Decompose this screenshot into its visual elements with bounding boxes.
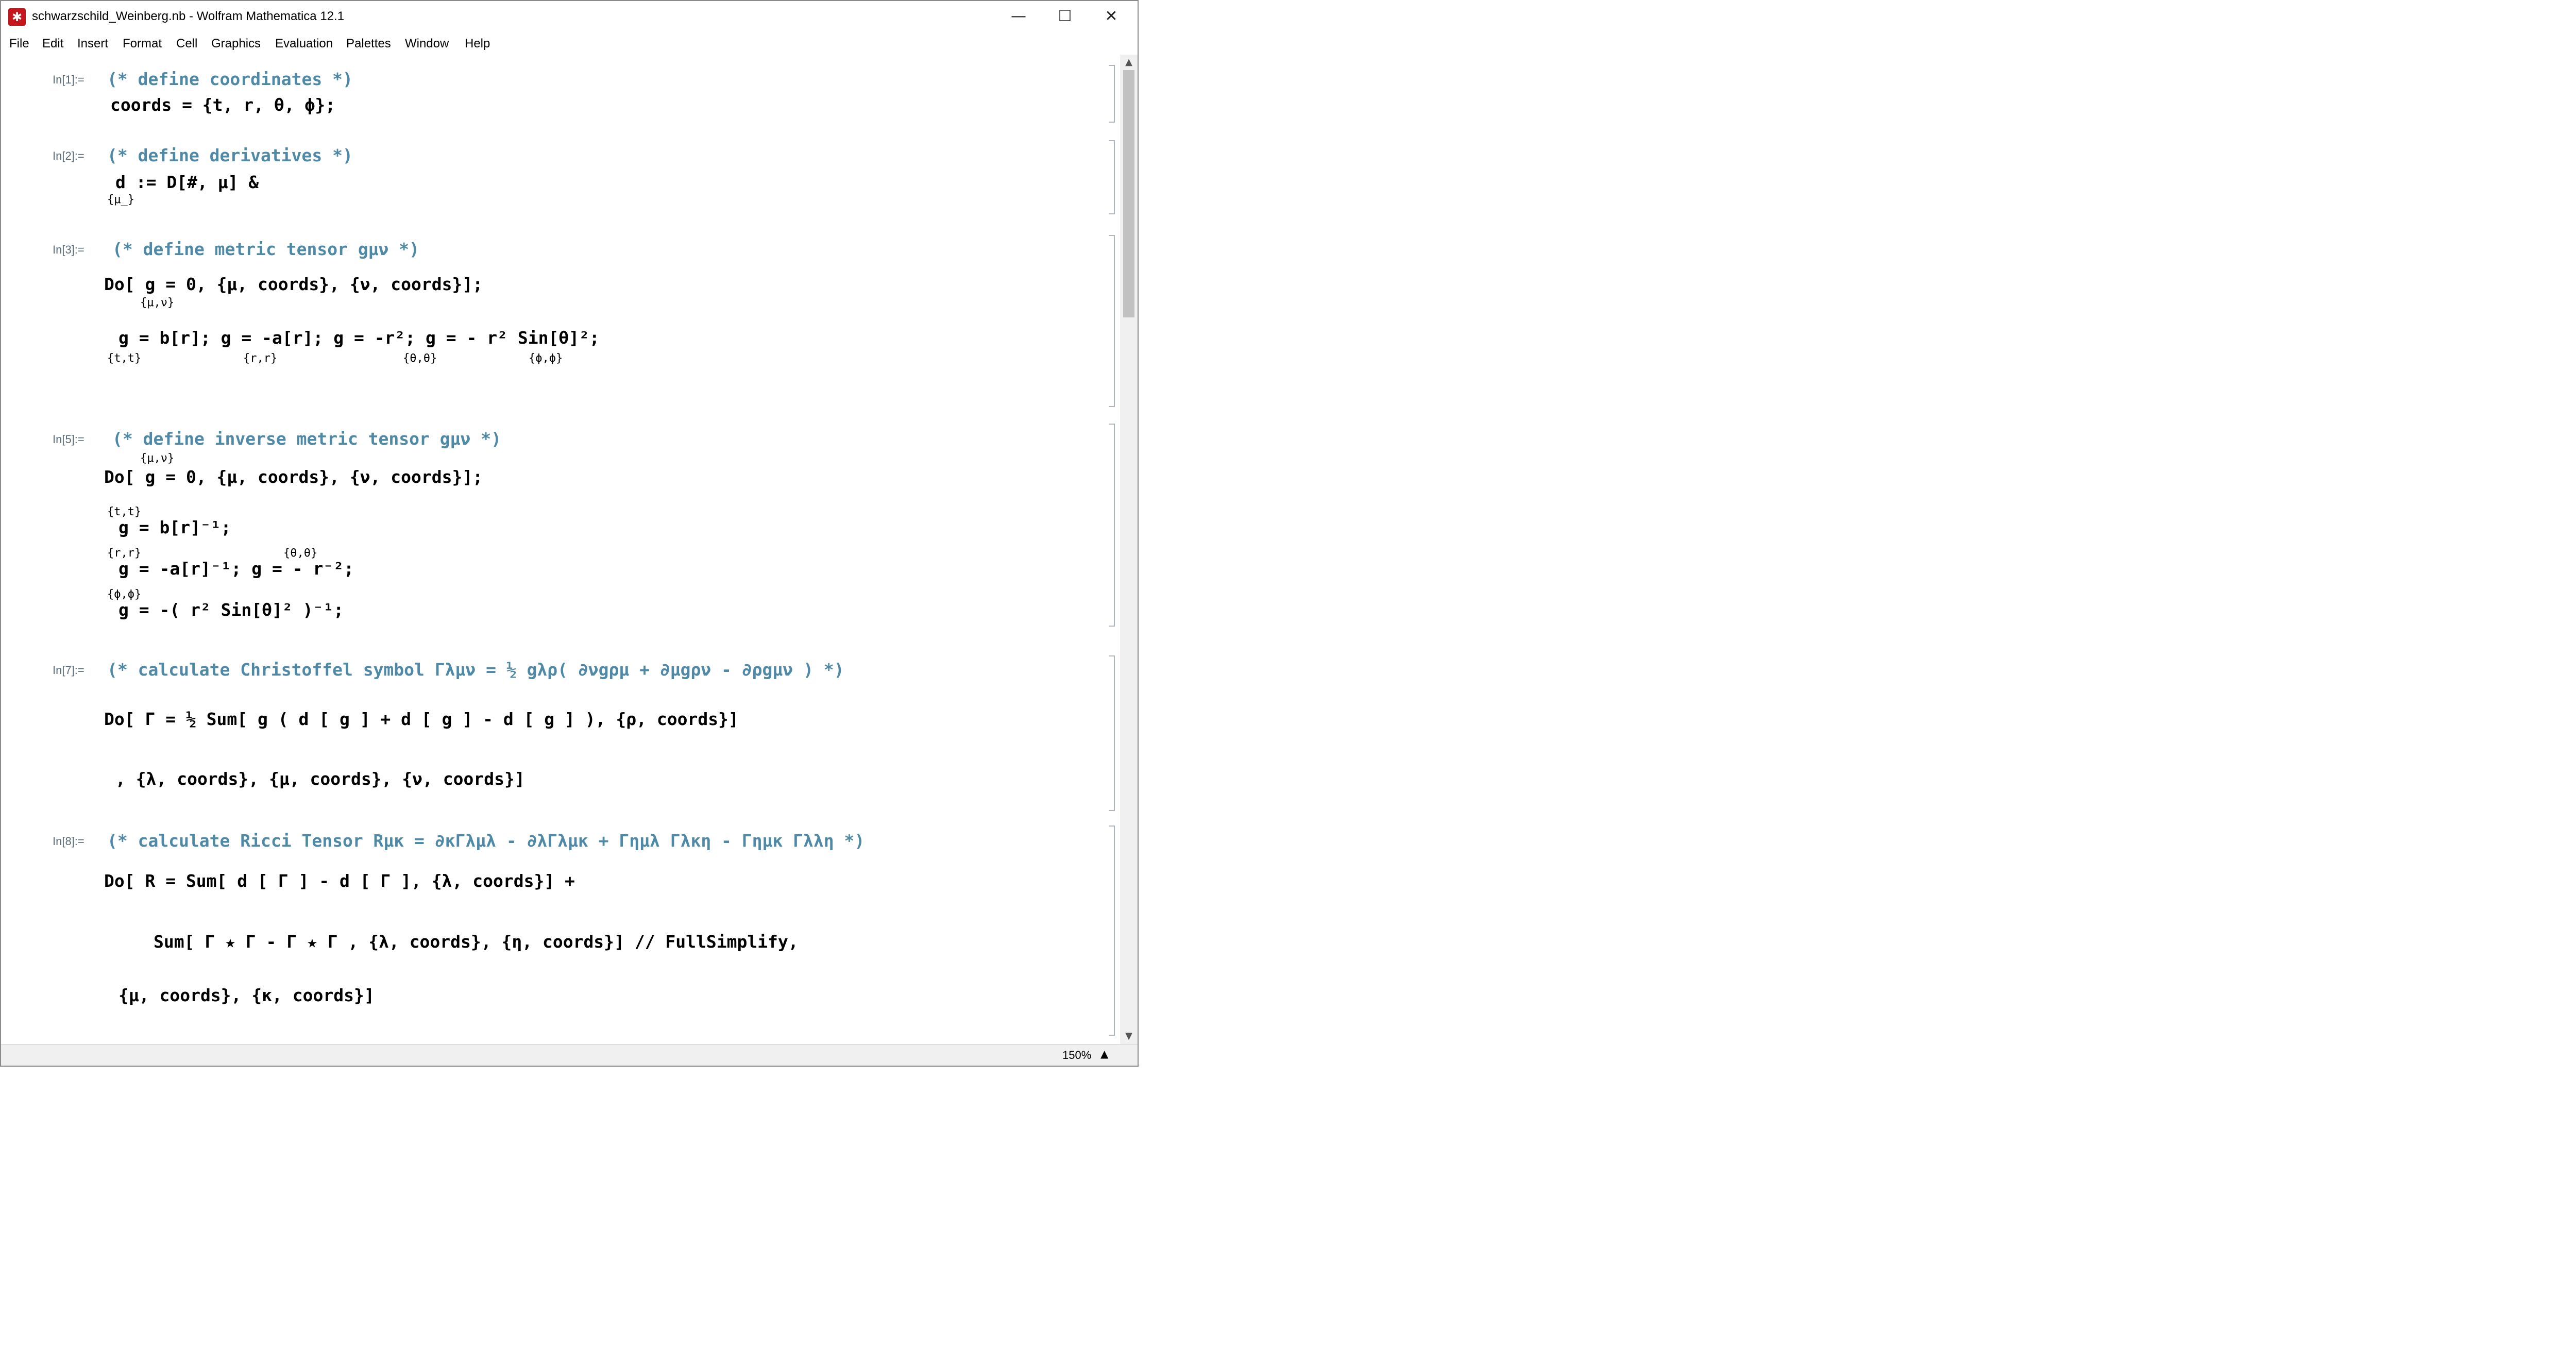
cell-label: In[1]:= [53, 73, 84, 86]
cell-input-line[interactable]: Do[ g = 0, {μ, coords}, {ν, coords}]; [104, 467, 483, 487]
subscript: {θ,θ} [403, 352, 437, 365]
subscript: {μ,ν} [140, 296, 175, 309]
cell-input-line[interactable]: g = -a[r]⁻¹; g = - r⁻²; [118, 559, 354, 579]
cell-label: In[3]:= [53, 243, 84, 256]
status-bar: 150% ▲ [1, 1044, 1138, 1066]
menu-edit[interactable]: Edit [42, 33, 63, 55]
menu-palettes[interactable]: Palettes [346, 33, 391, 55]
superscript: {θ,θ} [283, 547, 318, 560]
cell-comment: (* define inverse metric tensor gμν *) [112, 429, 501, 449]
cell-input-line[interactable]: , {λ, coords}, {μ, coords}, {ν, coords}] [115, 769, 525, 789]
menu-evaluation[interactable]: Evaluation [275, 33, 333, 55]
cell-input-line[interactable]: coords = {t, r, θ, ϕ}; [110, 95, 335, 115]
menu-file[interactable]: File [9, 33, 29, 55]
cell-comment: (* calculate Christoffel symbol Γλμν = ½… [107, 660, 844, 680]
cell-label: In[5]:= [53, 433, 84, 446]
notebook-area[interactable]: In[1]:= (* define coordinates *) coords … [1, 55, 1120, 1044]
cell-input-line[interactable]: {μ, coords}, {κ, coords}] [118, 985, 375, 1006]
superscript: {ϕ,ϕ} [107, 588, 142, 601]
cell-input-line[interactable]: Sum[ Γ ★ Γ - Γ ★ Γ , {λ, coords}, {η, co… [154, 932, 799, 952]
superscript: {r,r} [107, 547, 142, 560]
cell-bracket[interactable] [1109, 655, 1115, 811]
close-button[interactable]: ✕ [1088, 1, 1134, 32]
scroll-down-icon[interactable]: ▼ [1120, 1029, 1138, 1044]
cell-comment: (* define metric tensor gμν *) [112, 239, 420, 259]
subscript: {t,t} [107, 352, 142, 365]
cell-label: In[7]:= [53, 664, 84, 677]
cell-input-line[interactable]: g = b[r]⁻¹; [118, 517, 231, 538]
cell-input-line[interactable]: Do[ Γ = ½ Sum[ g ( d [ g ] + d [ g ] - d… [104, 709, 739, 730]
cell-input-line[interactable]: g = -( r² Sin[θ]² )⁻¹; [118, 600, 344, 620]
cell-label: In[8]:= [53, 835, 84, 848]
menu-graphics[interactable]: Graphics [211, 33, 261, 55]
menu-window[interactable]: Window [405, 33, 449, 55]
mathematica-icon: ✱ [8, 8, 26, 26]
cell-label: In[2]:= [53, 149, 84, 162]
cell-bracket[interactable] [1109, 235, 1115, 407]
cell-bracket[interactable] [1109, 140, 1115, 214]
title-bar: ✱ schwarzschild_Weinberg.nb - Wolfram Ma… [1, 1, 1138, 33]
cell-comment: (* calculate Ricci Tensor Rμκ = ∂κΓλμλ -… [107, 831, 865, 851]
subscript: {ϕ,ϕ} [529, 352, 563, 365]
cell-comment: (* define derivatives *) [107, 145, 353, 165]
menu-cell[interactable]: Cell [176, 33, 197, 55]
cell-input-line[interactable]: Do[ g = 0, {μ, coords}, {ν, coords}]; [104, 274, 483, 295]
minimize-button[interactable]: — [995, 1, 1042, 32]
window-title: schwarzschild_Weinberg.nb - Wolfram Math… [32, 9, 345, 23]
cell-bracket[interactable] [1109, 825, 1115, 1036]
vertical-scrollbar[interactable]: ▲ ▼ [1120, 55, 1138, 1044]
menu-bar: File Edit Insert Format Cell Graphics Ev… [1, 33, 1138, 55]
zoom-menu-icon[interactable]: ▲ [1100, 1048, 1108, 1060]
menu-insert[interactable]: Insert [77, 33, 108, 55]
cell-comment: (* define coordinates *) [107, 69, 353, 89]
superscript: {t,t} [107, 506, 142, 518]
maximize-button[interactable]: ☐ [1042, 1, 1088, 32]
cell-input-line[interactable]: Do[ R = Sum[ d [ Γ ] - d [ Γ ], {λ, coor… [104, 871, 575, 891]
menu-help[interactable]: Help [465, 33, 490, 55]
cell-bracket[interactable] [1109, 424, 1115, 627]
subscript: {r,r} [243, 352, 278, 365]
cell-input-line[interactable]: g = b[r]; g = -a[r]; g = -r²; g = - r² S… [118, 328, 600, 348]
mathematica-window: ✱ schwarzschild_Weinberg.nb - Wolfram Ma… [0, 0, 1139, 1067]
scroll-up-icon[interactable]: ▲ [1120, 55, 1138, 70]
subscript: {μ_} [107, 193, 134, 206]
menu-format[interactable]: Format [123, 33, 162, 55]
zoom-level[interactable]: 150% [1062, 1049, 1091, 1062]
superscript: {μ,ν} [140, 452, 175, 465]
cell-bracket[interactable] [1109, 65, 1115, 123]
scrollbar-thumb[interactable] [1123, 70, 1134, 317]
cell-input-line[interactable]: d := D[#, μ] & [115, 172, 259, 193]
